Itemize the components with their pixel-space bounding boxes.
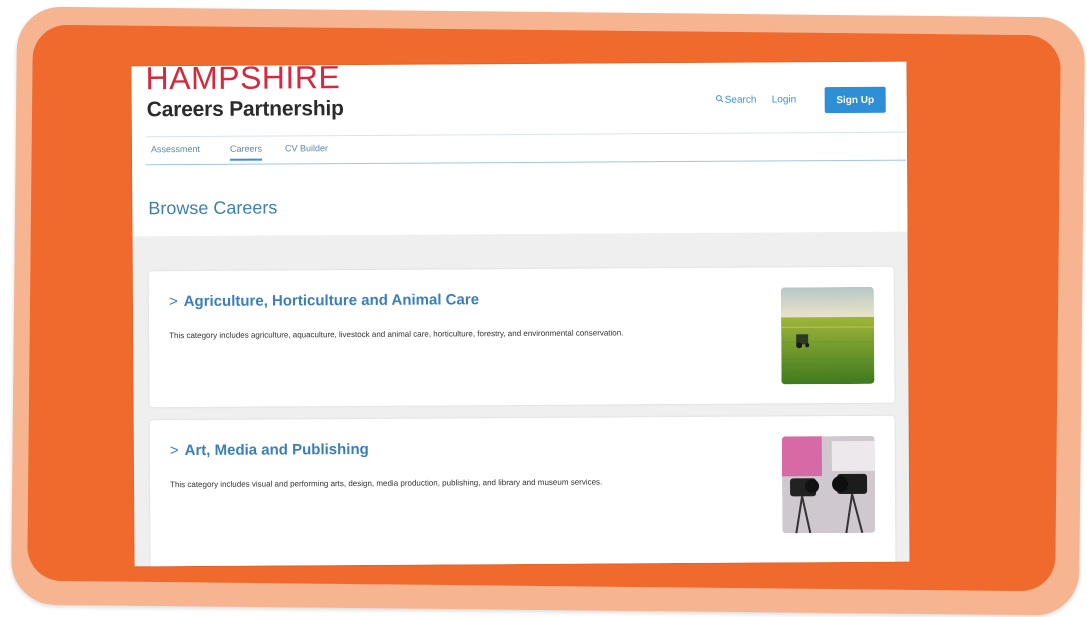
website-screen: HAMPSHIRE Careers Partnership Search Log… xyxy=(131,61,910,567)
search-link[interactable]: Search xyxy=(716,94,757,106)
tab-assessment[interactable]: Assessment xyxy=(151,144,200,154)
search-icon xyxy=(716,95,724,106)
nav-divider-top xyxy=(145,131,906,138)
category-title[interactable]: > Agriculture, Horticulture and Animal Ca… xyxy=(169,291,479,310)
tab-careers[interactable]: Careers xyxy=(229,143,263,161)
search-label: Search xyxy=(724,94,757,106)
category-card-agriculture[interactable]: > Agriculture, Horticulture and Animal Ca… xyxy=(148,266,895,408)
category-title[interactable]: > Art, Media and Publishing xyxy=(170,441,369,459)
category-description: This category includes agriculture, aqua… xyxy=(169,328,624,341)
category-description: This category includes visual and perfor… xyxy=(170,477,603,490)
tab-cv-builder[interactable]: CV Builder xyxy=(285,143,328,153)
chevron-right-icon: > xyxy=(169,442,179,460)
signup-button[interactable]: Sign Up xyxy=(824,86,886,114)
tractor-field-image[interactable] xyxy=(780,286,875,385)
camera-media-image[interactable] xyxy=(781,435,876,534)
page-title: Browse Careers xyxy=(148,197,278,219)
logo-careers-partnership[interactable]: Careers Partnership xyxy=(147,97,344,122)
header: HAMPSHIRE Careers Partnership Search Log… xyxy=(131,61,908,237)
logo-hampshire[interactable]: HAMPSHIRE xyxy=(145,62,340,97)
chevron-right-icon: > xyxy=(168,293,178,311)
login-link[interactable]: Login xyxy=(772,94,797,105)
category-card-art-media[interactable]: > Art, Media and Publishing This category… xyxy=(149,415,896,567)
